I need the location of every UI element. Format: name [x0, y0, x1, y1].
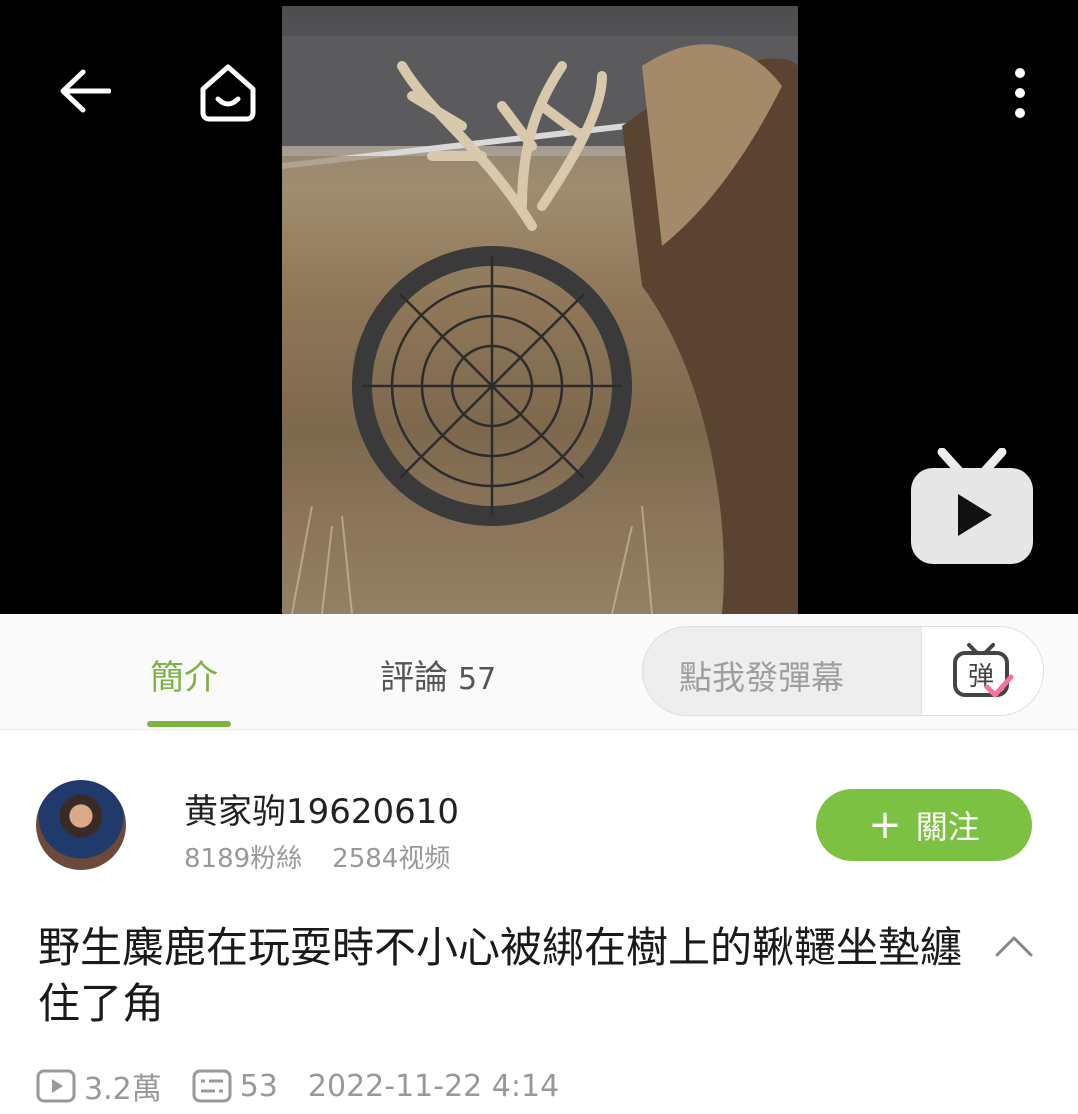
publish-datetime: 2022-11-22 4:14 — [307, 1068, 560, 1104]
tab-intro[interactable]: 簡介 — [150, 650, 218, 699]
play-button[interactable] — [908, 447, 1036, 566]
danmaku-input[interactable]: 點我發彈幕 — [679, 651, 844, 699]
collapse-button[interactable] — [994, 926, 1034, 966]
chevron-up-icon — [995, 936, 1033, 957]
danmaku-icon: 弹 — [952, 643, 1013, 698]
video-thumbnail-illustration — [282, 36, 798, 614]
arrow-left-icon — [60, 69, 111, 113]
plus-icon: + — [868, 802, 902, 848]
views-count: 3.2萬 — [84, 1072, 162, 1107]
video-frame[interactable] — [282, 6, 798, 614]
tv-play-icon — [911, 447, 1033, 564]
video-player[interactable] — [0, 0, 1078, 614]
more-vertical-icon — [1015, 68, 1025, 118]
danmaku-count-icon — [192, 1069, 232, 1103]
home-icon — [200, 64, 256, 122]
uploader-stats: 8189粉絲 2584视频 — [184, 838, 450, 875]
home-button[interactable] — [192, 56, 264, 128]
back-button[interactable] — [50, 58, 120, 124]
avatar[interactable] — [36, 780, 126, 870]
follow-label: 關注 — [915, 808, 980, 846]
more-options-button[interactable] — [995, 60, 1045, 126]
video-detail-page: 簡介 評論 57 點我發彈幕 弹 黄家驹19620610 8189粉絲 2584视频… — [0, 0, 1078, 1114]
play-count-icon — [36, 1069, 76, 1103]
danmaku-stat: 53 — [192, 1069, 278, 1104]
video-meta: 3.2萬 53 2022-11-22 4:14 — [36, 1064, 589, 1108]
uploader-videos: 2584视频 — [332, 844, 451, 874]
uploader-name[interactable]: 黄家驹19620610 — [184, 784, 459, 833]
follow-button[interactable]: + 關注 — [816, 789, 1032, 861]
danmaku-count: 53 — [239, 1068, 278, 1104]
danmaku-toggle-button[interactable]: 弹 — [921, 627, 1043, 715]
video-title: 野生麋鹿在玩耍時不小心被綁在樹上的鞦韆坐墊纏住了角 — [38, 923, 963, 1028]
tab-bar: 簡介 評論 57 點我發彈幕 弹 — [0, 614, 1078, 730]
tab-comments-label: 評論 — [380, 658, 448, 698]
tab-comments[interactable]: 評論 57 — [380, 650, 496, 699]
uploader-fans: 8189粉絲 — [184, 844, 303, 874]
tab-active-indicator — [147, 721, 231, 727]
views-stat: 3.2萬 — [36, 1064, 162, 1108]
danmaku-composer: 點我發彈幕 弹 — [642, 626, 1044, 716]
tab-comments-count: 57 — [458, 662, 497, 697]
